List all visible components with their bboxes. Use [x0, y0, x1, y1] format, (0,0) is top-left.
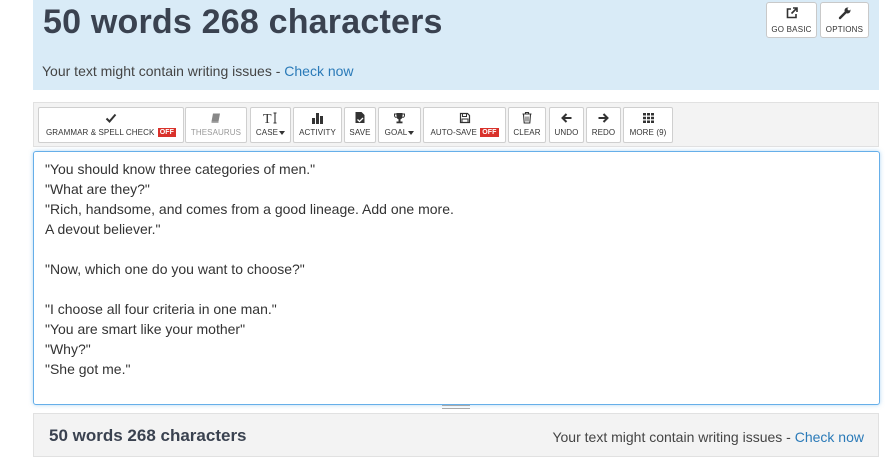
editor-content[interactable]: "You should know three categories of men…: [45, 159, 454, 379]
clear-button[interactable]: CLEAR: [508, 107, 546, 143]
footer-panel: 50 words 268 characters Your text might …: [33, 413, 879, 457]
goal-button[interactable]: GOAL: [378, 107, 421, 143]
options-label: OPTIONS: [825, 25, 864, 34]
issues-text: Your text might contain writing issues -: [42, 63, 285, 79]
footer-word-count: 50 words 268 characters: [49, 426, 247, 445]
trash-icon: [509, 111, 545, 128]
save-button[interactable]: SAVE: [344, 107, 376, 143]
save-label: SAVE: [349, 128, 371, 137]
thesaurus-button[interactable]: THESAURUS: [185, 107, 247, 143]
auto-save-button[interactable]: AUTO-SAVE OFF: [423, 107, 506, 143]
go-basic-button[interactable]: GO BASIC: [766, 2, 817, 38]
case-button[interactable]: T CASE: [250, 107, 291, 143]
goal-caret-icon: [408, 130, 415, 135]
bar-chart-icon: [294, 111, 341, 128]
auto-save-label: AUTO-SAVE: [430, 128, 477, 137]
footer-check-now-link[interactable]: Check now: [795, 429, 864, 445]
redo-label: REDO: [591, 128, 616, 137]
goal-label: GOAL: [384, 128, 408, 137]
go-basic-label: GO BASIC: [771, 25, 812, 34]
activity-button[interactable]: ACTIVITY: [293, 107, 342, 143]
more-label: MORE (9): [629, 128, 667, 137]
header-panel: 50 words 268 characters Your text might …: [33, 0, 879, 90]
footer-issues-message: Your text might contain writing issues -…: [552, 429, 864, 445]
page-title: 50 words 268 characters: [43, 3, 443, 41]
undo-button[interactable]: UNDO: [549, 107, 584, 143]
grammar-off-badge: OFF: [157, 128, 177, 138]
activity-label: ACTIVITY: [299, 128, 336, 137]
text-editor[interactable]: "You should know three categories of men…: [33, 151, 880, 405]
floppy-icon: [424, 111, 505, 128]
redo-button[interactable]: REDO: [586, 107, 621, 143]
options-button[interactable]: OPTIONS: [820, 2, 869, 38]
more-button[interactable]: MORE (9): [623, 107, 673, 143]
arrow-left-icon: [550, 111, 583, 128]
save-file-icon: [345, 111, 375, 128]
case-label: CASE: [255, 128, 279, 137]
auto-save-off-badge: OFF: [480, 128, 499, 138]
resize-handle[interactable]: [442, 405, 470, 411]
external-link-icon: [767, 6, 816, 24]
trophy-icon: [379, 111, 420, 128]
grammar-label: GRAMMAR & SPELL CHECK: [45, 128, 155, 137]
text-case-icon: T: [251, 111, 290, 128]
clear-label: CLEAR: [513, 128, 541, 137]
grammar-spell-check-button[interactable]: GRAMMAR & SPELL CHECK OFF: [38, 107, 184, 143]
undo-label: UNDO: [554, 128, 579, 137]
svg-text:T: T: [263, 112, 272, 125]
footer-issues-text: Your text might contain writing issues -: [552, 429, 795, 445]
thesaurus-label: THESAURUS: [190, 128, 242, 137]
book-icon: [186, 111, 246, 128]
case-caret-icon: [279, 130, 286, 135]
checkmark-icon: [39, 111, 183, 128]
header-issues-message: Your text might contain writing issues -…: [42, 63, 354, 79]
grid-icon: [624, 111, 672, 128]
wrench-icon: [821, 6, 868, 24]
toolbar: GRAMMAR & SPELL CHECK OFF THESAURUS T CA…: [33, 102, 879, 147]
arrow-right-icon: [587, 111, 620, 128]
check-now-link[interactable]: Check now: [284, 63, 353, 79]
